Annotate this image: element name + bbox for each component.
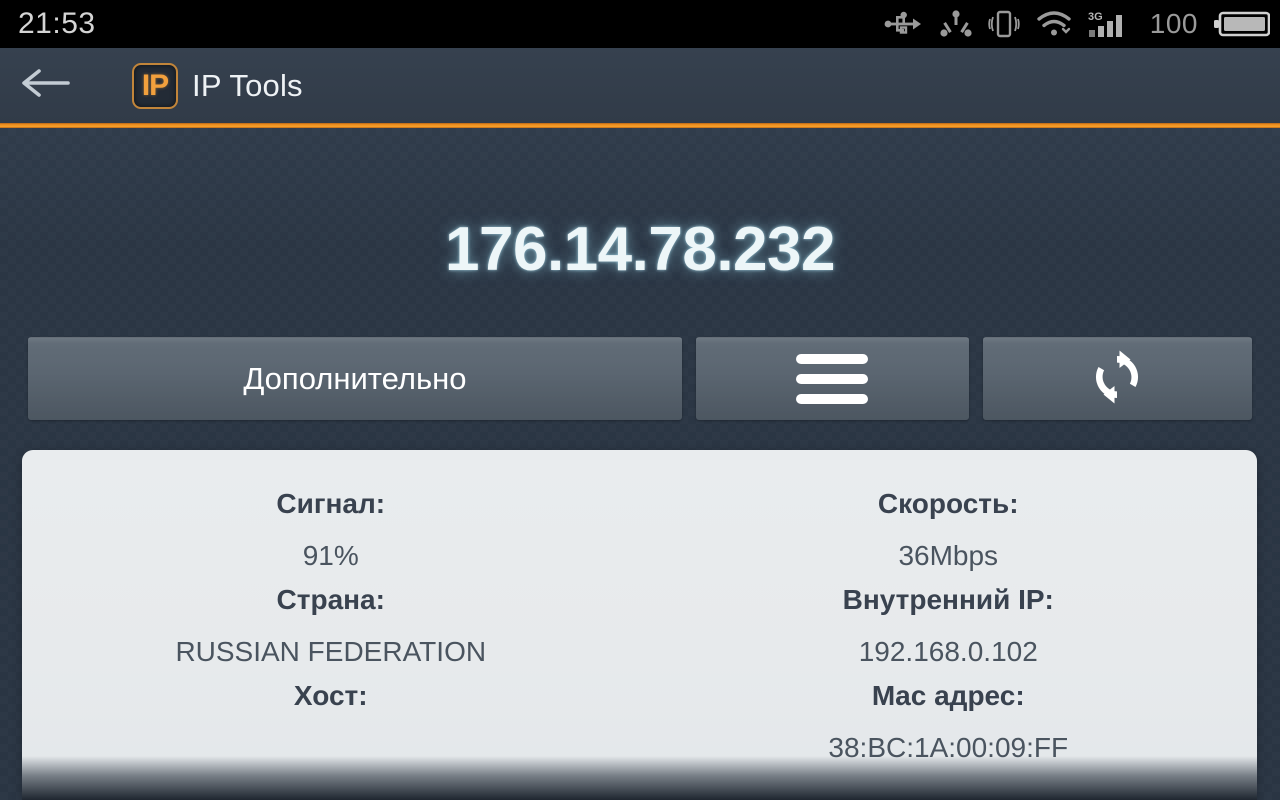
internal-ip-label: Внутренний IP:: [842, 584, 1054, 615]
speed-label: Скорость:: [877, 488, 1019, 519]
more-options-label: Дополнительно: [243, 361, 467, 396]
hamburger-menu-icon: [796, 354, 869, 404]
public-ip-address: 176.14.78.232: [445, 215, 836, 284]
share-hub-icon: [940, 10, 972, 38]
mac-address-label: Mac адрес:: [871, 680, 1025, 711]
mac-address-value: 38:BC:1A:00:09:FF: [828, 732, 1069, 763]
country-label: Страна:: [276, 584, 385, 615]
host-label: Хост:: [293, 680, 368, 711]
card-bottom-fade: [22, 756, 1257, 800]
app-bar: IP IP Tools: [0, 48, 1280, 123]
host-value: [22, 710, 640, 762]
internal-ip-value: 192.168.0.102: [858, 636, 1038, 667]
app-logo-icon: IP: [132, 62, 178, 109]
wifi-icon: [1036, 10, 1072, 38]
signal-value: 91%: [302, 540, 359, 571]
app-title-group: IP IP Tools: [132, 62, 303, 109]
app-logo-text: IP: [141, 68, 169, 102]
refresh-icon: [1088, 348, 1146, 411]
back-arrow-icon: [19, 64, 73, 107]
country-value: RUSSIAN FEDERATION: [175, 636, 487, 667]
status-bar: 21:53 3G 100: [0, 0, 1280, 48]
back-button[interactable]: [0, 48, 92, 123]
page-title: IP Tools: [192, 67, 303, 103]
network-info-card: Сигнал: Скорость: 91% 36Mbps Страна: Вну…: [22, 450, 1257, 800]
status-bar-clock: 21:53: [18, 7, 96, 40]
network-info-grid: Сигнал: Скорость: 91% 36Mbps Страна: Вну…: [22, 450, 1257, 762]
svg-text:3G: 3G: [1088, 11, 1103, 23]
more-options-button[interactable]: Дополнительно: [28, 337, 682, 420]
vibrate-icon: [988, 9, 1020, 39]
status-bar-icons: 3G 100: [884, 8, 1270, 40]
signal-3g-icon: 3G: [1088, 9, 1134, 39]
usb-icon: [884, 11, 924, 37]
speed-value: 36Mbps: [898, 540, 999, 571]
battery-percent-label: 100: [1149, 8, 1198, 39]
main-content: 176.14.78.232 Дополнительно Сигнал: Скор…: [0, 128, 1280, 800]
action-button-row: Дополнительно: [28, 337, 1252, 420]
signal-label: Сигнал:: [276, 488, 386, 519]
battery-icon: [1214, 10, 1270, 38]
menu-button[interactable]: [695, 337, 969, 420]
refresh-button[interactable]: [982, 337, 1252, 420]
